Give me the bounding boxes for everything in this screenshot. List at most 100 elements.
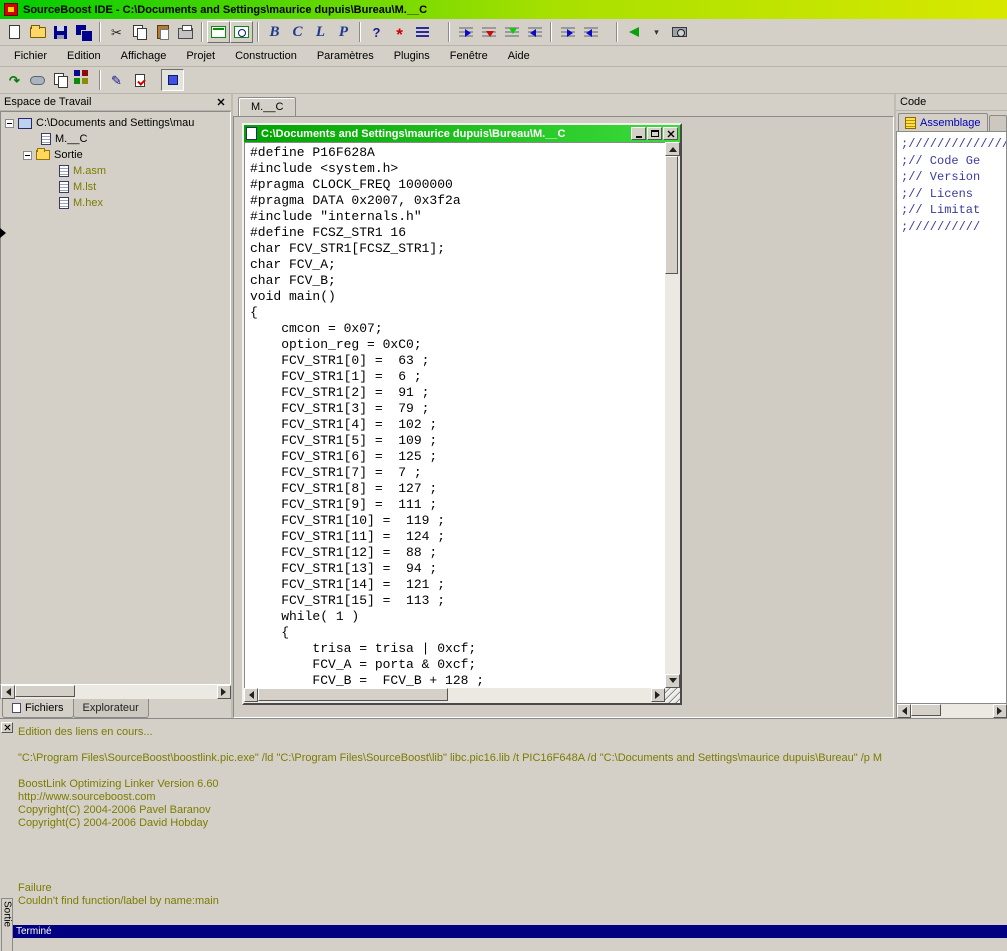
tree-row-folder[interactable]: Sortie <box>1 147 230 163</box>
tab-assemblage[interactable]: Assemblage <box>898 113 988 131</box>
editor-vscrollbar[interactable] <box>665 142 680 688</box>
toggle-workspace-window-button[interactable] <box>207 21 230 43</box>
document-tab[interactable]: M.__C <box>238 97 297 116</box>
splitter-arrow-icon[interactable] <box>0 228 11 238</box>
build-button[interactable]: B <box>263 21 286 43</box>
print-button[interactable] <box>174 21 197 43</box>
workspace-hscrollbar[interactable] <box>0 685 231 699</box>
scroll-thumb[interactable] <box>15 685 75 697</box>
menu-fichier[interactable]: Fichier <box>4 47 57 65</box>
bookmark-toggle-button[interactable] <box>454 21 477 43</box>
menu-affichage[interactable]: Affichage <box>111 47 177 65</box>
curved-arrow-icon: ↷ <box>9 72 20 88</box>
copy-pages-button[interactable] <box>49 69 72 91</box>
open-file-button[interactable] <box>26 21 49 43</box>
browse-back-dropdown[interactable]: ▾ <box>645 21 668 43</box>
document-icon <box>59 165 69 177</box>
scroll-track[interactable] <box>665 156 680 674</box>
close-icon <box>3 724 11 731</box>
menu-fenetre[interactable]: Fenêtre <box>440 47 498 65</box>
tab-explorateur[interactable]: Explorateur <box>72 699 149 718</box>
scroll-track[interactable] <box>258 688 651 703</box>
prev-error-button[interactable] <box>579 21 602 43</box>
save-all-button[interactable] <box>72 21 95 43</box>
browse-back-button[interactable] <box>622 21 645 43</box>
scroll-right-button[interactable] <box>993 704 1007 718</box>
build-log[interactable]: Edition des liens en cours... "C:\Progra… <box>18 726 1007 908</box>
scroll-left-button[interactable] <box>1 685 15 699</box>
resize-grip[interactable] <box>665 688 680 703</box>
menu-edition[interactable]: Edition <box>57 47 111 65</box>
window-titlebar[interactable]: SourceBoost IDE - C:\Documents and Setti… <box>0 0 1007 19</box>
source-code[interactable]: #define P16F628A #include <system.h> #pr… <box>250 145 665 688</box>
doc-check-button[interactable] <box>128 69 151 91</box>
output-body[interactable]: Edition des liens en cours... "C:\Progra… <box>14 719 1007 925</box>
menu-aide[interactable]: Aide <box>498 47 540 65</box>
red-asterisk-button[interactable]: * <box>388 21 411 43</box>
assembly-code[interactable]: ;///////////////// ;// Code Ge ;// Versi… <box>901 136 1006 235</box>
plugin-active-button[interactable] <box>161 69 184 91</box>
new-file-button[interactable] <box>3 21 26 43</box>
output-side-tab[interactable]: Sortie <box>1 898 13 951</box>
tab-partial[interactable] <box>988 115 1007 131</box>
collapse-icon[interactable] <box>23 150 32 160</box>
menu-plugins[interactable]: Plugins <box>384 47 440 65</box>
redo-page-button[interactable]: ↷ <box>3 69 26 91</box>
scroll-down-button[interactable] <box>665 674 680 688</box>
snapshot-button[interactable] <box>668 21 691 43</box>
program-button[interactable]: P <box>332 21 355 43</box>
bookmark-clear-button[interactable] <box>523 21 546 43</box>
tree-row-hex[interactable]: M.hex <box>1 195 230 211</box>
code-panel-hscrollbar[interactable] <box>896 704 1007 718</box>
build-icon: B <box>269 23 280 40</box>
menu-projet[interactable]: Projet <box>176 47 225 65</box>
scroll-thumb[interactable] <box>911 704 941 716</box>
maximize-button[interactable] <box>647 127 662 140</box>
scroll-thumb[interactable] <box>258 688 448 701</box>
help-button[interactable]: ? <box>365 21 388 43</box>
menu-parametres[interactable]: Paramètres <box>307 47 384 65</box>
scroll-right-button[interactable] <box>217 685 231 699</box>
bookmark-next-button[interactable] <box>477 21 500 43</box>
cut-button[interactable]: ✂ <box>105 21 128 43</box>
cloud-button[interactable] <box>26 69 49 91</box>
output-close-button[interactable] <box>1 722 13 733</box>
scroll-up-button[interactable] <box>665 142 680 156</box>
edit-pen-button[interactable]: ✎ <box>105 69 128 91</box>
editor-window[interactable]: C:\Documents and Settings\maurice dupuis… <box>242 123 682 705</box>
scroll-track[interactable] <box>911 704 993 718</box>
document-icon <box>59 197 69 209</box>
grid-button[interactable] <box>72 69 95 91</box>
scroll-right-button[interactable] <box>651 688 665 702</box>
output-list-button[interactable] <box>411 21 434 43</box>
scroll-left-button[interactable] <box>244 688 258 702</box>
link-button[interactable]: L <box>309 21 332 43</box>
workspace-close-button[interactable] <box>214 96 227 108</box>
arrow-right-icon <box>221 688 230 696</box>
editor-window-titlebar[interactable]: C:\Documents and Settings\maurice dupuis… <box>244 125 680 142</box>
tree-row-source[interactable]: M.__C <box>1 131 230 147</box>
menu-construction[interactable]: Construction <box>225 47 307 65</box>
scroll-left-button[interactable] <box>897 704 911 718</box>
toggle-output-window-button[interactable] <box>230 21 253 43</box>
next-error-button[interactable] <box>556 21 579 43</box>
close-button[interactable] <box>663 127 678 140</box>
tree-row-asm[interactable]: M.asm <box>1 163 230 179</box>
tree-row-root[interactable]: C:\Documents and Settings\mau <box>1 115 230 131</box>
code-editor[interactable]: #define P16F628A #include <system.h> #pr… <box>244 142 665 688</box>
assembly-view[interactable]: ;///////////////// ;// Code Ge ;// Versi… <box>896 131 1007 704</box>
scroll-track[interactable] <box>15 685 217 699</box>
tree-row-lst[interactable]: M.lst <box>1 179 230 195</box>
save-button[interactable] <box>49 21 72 43</box>
minimize-button[interactable] <box>631 127 646 140</box>
collapse-icon[interactable] <box>5 118 14 128</box>
paste-button[interactable] <box>151 21 174 43</box>
tab-fichiers[interactable]: Fichiers <box>2 699 74 718</box>
output-status-row[interactable]: Terminé <box>13 925 1007 938</box>
scroll-thumb[interactable] <box>665 156 678 274</box>
compile-button[interactable]: C <box>286 21 309 43</box>
tree-folder-label: Sortie <box>54 149 83 161</box>
copy-button[interactable] <box>128 21 151 43</box>
bookmark-prev-button[interactable] <box>500 21 523 43</box>
editor-hscrollbar[interactable] <box>244 688 680 703</box>
